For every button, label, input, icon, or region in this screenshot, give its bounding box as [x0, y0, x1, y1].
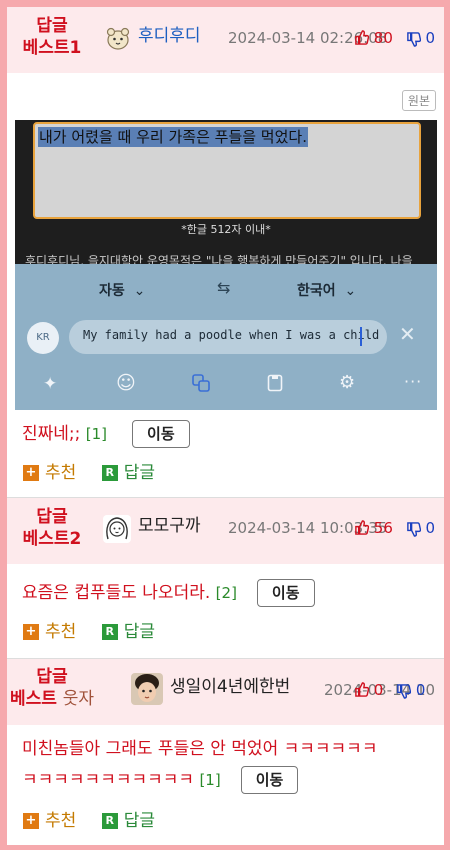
reply-button[interactable]: R 답글	[101, 462, 155, 484]
sparkle-icon[interactable]: ✦	[43, 374, 57, 394]
reply-count[interactable]: [1]	[199, 771, 220, 789]
move-button[interactable]: 이동	[256, 579, 315, 607]
comment-body: 미친놈들아 그래도 푸들은 안 먹었어 ㅋㅋㅋㅋㅋㅋ ㅋㅋㅋㅋㅋㅋㅋㅋㅋㅋㅋ […	[22, 736, 437, 794]
emoji-icon[interactable]: ☺	[116, 372, 136, 394]
selected-korean-text: 내가 어렸을 때 우리 가족은 푸들을 먹었다.	[38, 127, 308, 147]
downvote-count: 0	[425, 29, 435, 47]
nickname[interactable]: 후디후디	[138, 25, 201, 47]
thumbs-down-icon[interactable]	[396, 681, 416, 699]
reply-icon: R	[101, 624, 118, 640]
plus-icon: +	[23, 624, 39, 640]
reply-count[interactable]: [1]	[86, 425, 107, 443]
comment-body: 진짜네;; [1] 이동	[22, 420, 190, 448]
clipboard-icon[interactable]	[267, 374, 283, 396]
plus-icon: +	[23, 465, 39, 481]
input-box: 내가 어렸을 때 우리 가족은 푸들을 먹었다.	[33, 122, 421, 219]
translation-field[interactable]: My family had a poodle when I was a chil…	[69, 320, 387, 354]
close-icon[interactable]: ✕	[399, 322, 416, 346]
upvote-count: 0	[373, 681, 384, 699]
reply-icon: R	[101, 813, 118, 829]
upvote-count: 56	[373, 519, 393, 537]
comment-actions: + 추천 R 답글	[23, 810, 175, 832]
language-badge: KR	[27, 322, 59, 354]
comment-actions: + 추천 R 답글	[23, 462, 175, 484]
reply-icon: R	[101, 465, 118, 481]
more-icon[interactable]: ···	[404, 372, 422, 391]
recommend-button[interactable]: + 추천	[23, 462, 76, 484]
chevron-down-icon: ⌄	[344, 283, 357, 299]
source-language-select[interactable]: 자동 ⌄	[99, 280, 145, 300]
thumbs-up-icon[interactable]	[354, 29, 374, 47]
attached-image[interactable]: 내가 어렸을 때 우리 가족은 푸들을 먹었다. *한글 512자 이내* 후디…	[15, 120, 437, 410]
downvote-count: 0	[415, 681, 426, 699]
best-reply-label: 답글 베스트1	[22, 16, 82, 58]
avatar[interactable]	[103, 515, 131, 543]
reply-button[interactable]: R 답글	[101, 810, 155, 832]
comment-list: 답글 베스트1 후디후디 2024-03-14 02:26:08 80 0 원본…	[7, 7, 444, 845]
recommend-button[interactable]: + 추천	[23, 810, 76, 832]
vote-counts: 0 0	[354, 679, 425, 701]
upvote-count: 80	[373, 29, 393, 47]
thumbs-down-icon[interactable]	[406, 519, 426, 537]
comment-actions: + 추천 R 답글	[23, 621, 175, 643]
nickname[interactable]: 모모구까	[138, 515, 201, 537]
best-reply-label: 답글 베스트2	[22, 507, 82, 549]
move-button[interactable]: 이동	[240, 766, 299, 794]
thumbs-down-icon[interactable]	[406, 29, 426, 47]
plus-icon: +	[23, 813, 39, 829]
vote-counts: 80 0	[354, 27, 435, 49]
chevron-down-icon: ⌄	[133, 283, 146, 299]
reply-button[interactable]: R 답글	[101, 621, 155, 643]
comment-body: 요즘은 컵푸들도 나오더라. [2] 이동	[22, 579, 315, 607]
avatar[interactable]	[131, 673, 163, 705]
translate-panel: 자동 ⌄ ⇆ 한국어 ⌄ KR My family had a poodle w…	[15, 264, 437, 410]
translate-icon[interactable]	[192, 374, 210, 396]
original-image-button[interactable]: 원본	[401, 90, 436, 111]
downvote-count: 0	[425, 519, 435, 537]
swap-languages-icon[interactable]: ⇆	[217, 278, 230, 297]
thumbs-up-icon[interactable]	[354, 519, 374, 537]
thumbs-up-icon[interactable]	[354, 681, 374, 699]
move-button[interactable]: 이동	[132, 420, 190, 448]
recommend-button[interactable]: + 추천	[23, 621, 76, 643]
nickname[interactable]: 생일이4년에한번	[170, 676, 290, 698]
char-limit-text: *한글 512자 이내*	[181, 223, 271, 236]
avatar[interactable]	[104, 24, 132, 52]
text-cursor	[360, 327, 362, 346]
vote-counts: 56 0	[354, 517, 435, 539]
gear-icon[interactable]: ⚙	[339, 372, 355, 393]
reply-count[interactable]: [2]	[216, 584, 237, 602]
translate-toolbar: ✦ ☺ ⚙ ···	[15, 372, 437, 402]
target-language-select[interactable]: 한국어 ⌄	[297, 280, 356, 300]
best-reply-label: 답글 베스트 웃자	[9, 667, 95, 709]
